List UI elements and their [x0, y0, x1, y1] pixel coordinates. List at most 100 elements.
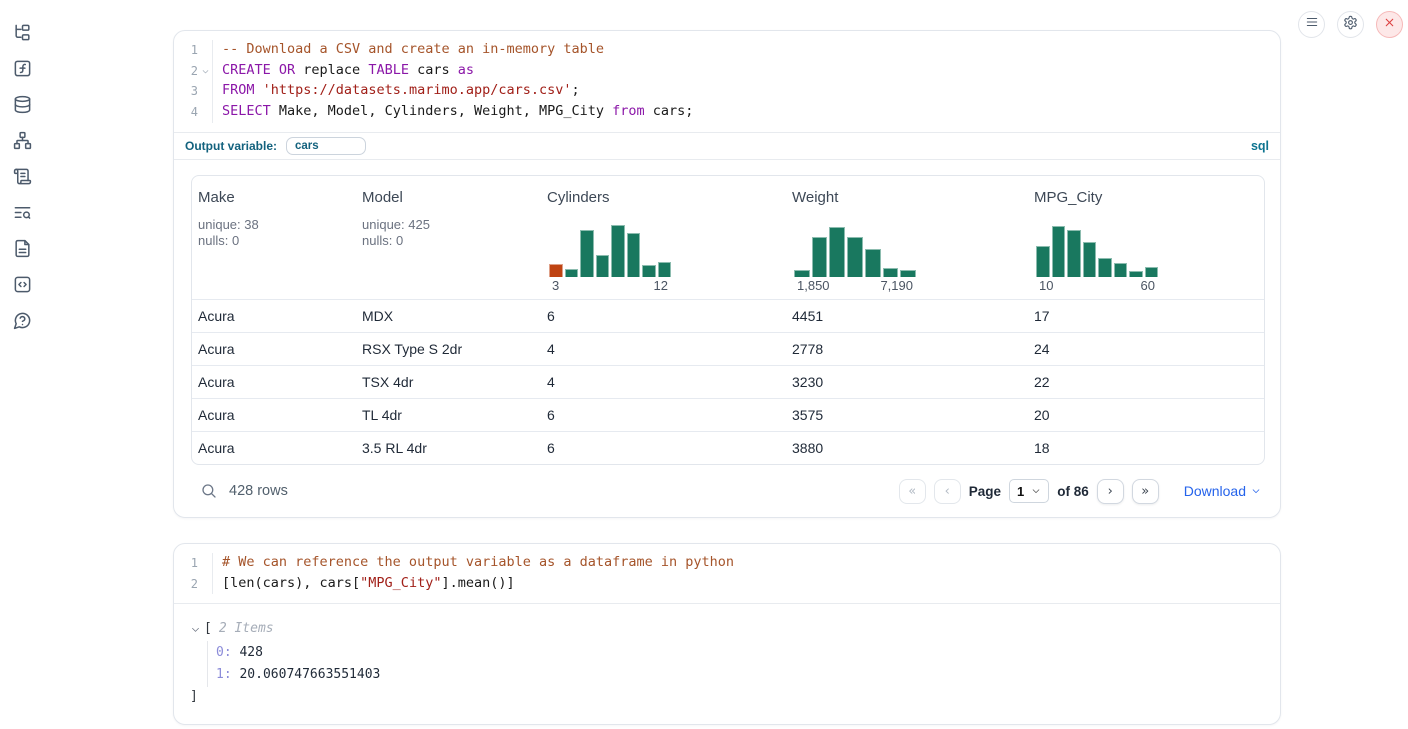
histogram-bars	[1036, 222, 1158, 277]
language-badge[interactable]: sql	[1251, 139, 1269, 153]
table-cell: MDX	[356, 308, 541, 324]
fold-arrow-icon[interactable]	[198, 61, 212, 82]
python-cell-output: [ 2 Items 0: 4281: 20.060747663551403 ]	[174, 604, 1280, 724]
table-row[interactable]: AcuraTSX 4dr4323022	[192, 365, 1264, 398]
histogram-bar[interactable]	[658, 262, 672, 277]
datasources-icon[interactable]	[13, 95, 32, 114]
histogram-bar[interactable]	[794, 270, 810, 277]
table-cell: 24	[1028, 341, 1264, 357]
histogram-bars	[549, 222, 671, 277]
table-cell: 22	[1028, 374, 1264, 390]
histogram-bar[interactable]	[829, 227, 845, 277]
sidebar-panel-switcher	[0, 0, 44, 330]
download-button[interactable]: Download	[1184, 483, 1261, 499]
code-token: cars	[409, 62, 458, 78]
histogram-max-label: 60	[1141, 278, 1155, 293]
tree-entry-value: 428	[232, 645, 263, 660]
histogram-bar[interactable]	[642, 265, 656, 277]
histogram-bar[interactable]	[627, 233, 641, 277]
histogram-bar[interactable]	[1098, 258, 1112, 277]
histogram-bar[interactable]	[1067, 230, 1081, 277]
hamburger-icon	[1305, 15, 1319, 34]
table-row[interactable]: AcuraMDX6445117	[192, 299, 1264, 332]
code-token: TABLE	[368, 62, 409, 78]
code-token: FROM	[222, 82, 255, 98]
shutdown-button[interactable]	[1376, 11, 1403, 38]
table-row[interactable]: AcuraRSX Type S 2dr4277824	[192, 332, 1264, 365]
tree-children: 0: 4281: 20.060747663551403	[207, 641, 1264, 687]
first-page-button[interactable]: «	[899, 479, 926, 504]
histogram-bar[interactable]	[1145, 267, 1159, 277]
histogram-bars	[794, 222, 916, 277]
column-header-mpg_city[interactable]: MPG_City1060	[1028, 176, 1264, 299]
table-cell: 3230	[786, 374, 1028, 390]
histogram-bar[interactable]	[865, 249, 881, 277]
histogram-bar[interactable]	[1083, 242, 1097, 277]
file-tree-icon[interactable]	[13, 23, 32, 42]
tree-close-bracket: ]	[190, 689, 198, 704]
code-token: from	[612, 103, 645, 119]
column-header-weight[interactable]: Weight1,8507,190	[786, 176, 1028, 299]
documentation-icon[interactable]	[13, 239, 32, 258]
histogram-axis-labels: 1060	[1036, 277, 1158, 293]
search-icon[interactable]	[200, 482, 218, 500]
sql-cell-toolbar: Output variable: sql	[174, 132, 1280, 160]
column-header-model[interactable]: Modelunique: 425nulls: 0	[356, 176, 541, 299]
table-row[interactable]: Acura3.5 RL 4dr6388018	[192, 431, 1264, 464]
column-header-make[interactable]: Makeunique: 38nulls: 0	[192, 176, 356, 299]
table-cell: Acura	[192, 341, 356, 357]
histogram-bar[interactable]	[1114, 263, 1128, 277]
help-icon[interactable]	[13, 311, 32, 330]
code-text: SELECT Make, Model, Cylinders, Weight, M…	[213, 102, 693, 123]
table-cell: Acura	[192, 308, 356, 324]
table-cell: 6	[541, 308, 786, 324]
column-stat: unique: 425	[362, 217, 533, 234]
histogram-bar[interactable]	[565, 269, 579, 277]
histogram-bar[interactable]	[596, 255, 610, 277]
histogram-bar[interactable]	[580, 230, 594, 277]
last-page-button[interactable]: »	[1132, 479, 1159, 504]
fold-spacer	[198, 81, 212, 102]
fold-spacer	[198, 553, 212, 574]
settings-button[interactable]	[1337, 11, 1364, 38]
histogram-max-label: 12	[654, 278, 668, 293]
code-line[interactable]: 3FROM 'https://datasets.marimo.app/cars.…	[174, 81, 1280, 102]
next-page-button[interactable]: ›	[1097, 479, 1124, 504]
text-search-icon[interactable]	[13, 203, 32, 222]
column-header-cylinders[interactable]: Cylinders312	[541, 176, 786, 299]
table-row[interactable]: AcuraTL 4dr6357520	[192, 398, 1264, 431]
histogram-min-label: 3	[552, 278, 559, 293]
fold-spacer	[198, 40, 212, 61]
histogram-bar[interactable]	[1036, 246, 1050, 277]
sql-code-editor[interactable]: 1-- Download a CSV and create an in-memo…	[174, 31, 1280, 132]
table-cell: 3.5 RL 4dr	[356, 440, 541, 456]
code-line[interactable]: 4SELECT Make, Model, Cylinders, Weight, …	[174, 102, 1280, 123]
snippets-icon[interactable]	[13, 275, 32, 294]
histogram-bar[interactable]	[847, 237, 863, 277]
histogram-bar[interactable]	[549, 264, 563, 277]
code-line[interactable]: 1# We can reference the output variable …	[174, 553, 1280, 574]
output-variable-input[interactable]	[286, 137, 366, 155]
histogram-bar[interactable]	[611, 225, 625, 277]
table-body: AcuraMDX6445117AcuraRSX Type S 2dr427782…	[192, 299, 1264, 464]
notebook-menu-button[interactable]	[1298, 11, 1325, 38]
logs-icon[interactable]	[13, 167, 32, 186]
table-cell: 4	[541, 341, 786, 357]
tree-collapse-icon[interactable]	[190, 623, 202, 635]
page-select[interactable]: 1	[1009, 479, 1049, 503]
line-gutter: 3	[174, 81, 213, 102]
previous-page-button[interactable]: ‹	[934, 479, 961, 504]
python-code-editor[interactable]: 1# We can reference the output variable …	[174, 544, 1280, 604]
histogram-bar[interactable]	[1052, 226, 1066, 277]
histogram-bar[interactable]	[883, 268, 899, 277]
histogram-bar[interactable]	[900, 270, 916, 277]
code-line[interactable]: 2[len(cars), cars["MPG_City"].mean()]	[174, 574, 1280, 595]
dependency-graph-icon[interactable]	[13, 131, 32, 150]
python-cell: 1# We can reference the output variable …	[173, 543, 1281, 725]
histogram-min-label: 1,850	[797, 278, 830, 293]
code-line[interactable]: 1-- Download a CSV and create an in-memo…	[174, 40, 1280, 61]
functions-icon[interactable]	[13, 59, 32, 78]
histogram-bar[interactable]	[812, 237, 828, 277]
histogram-bar[interactable]	[1129, 271, 1143, 277]
code-line[interactable]: 2CREATE OR replace TABLE cars as	[174, 61, 1280, 82]
